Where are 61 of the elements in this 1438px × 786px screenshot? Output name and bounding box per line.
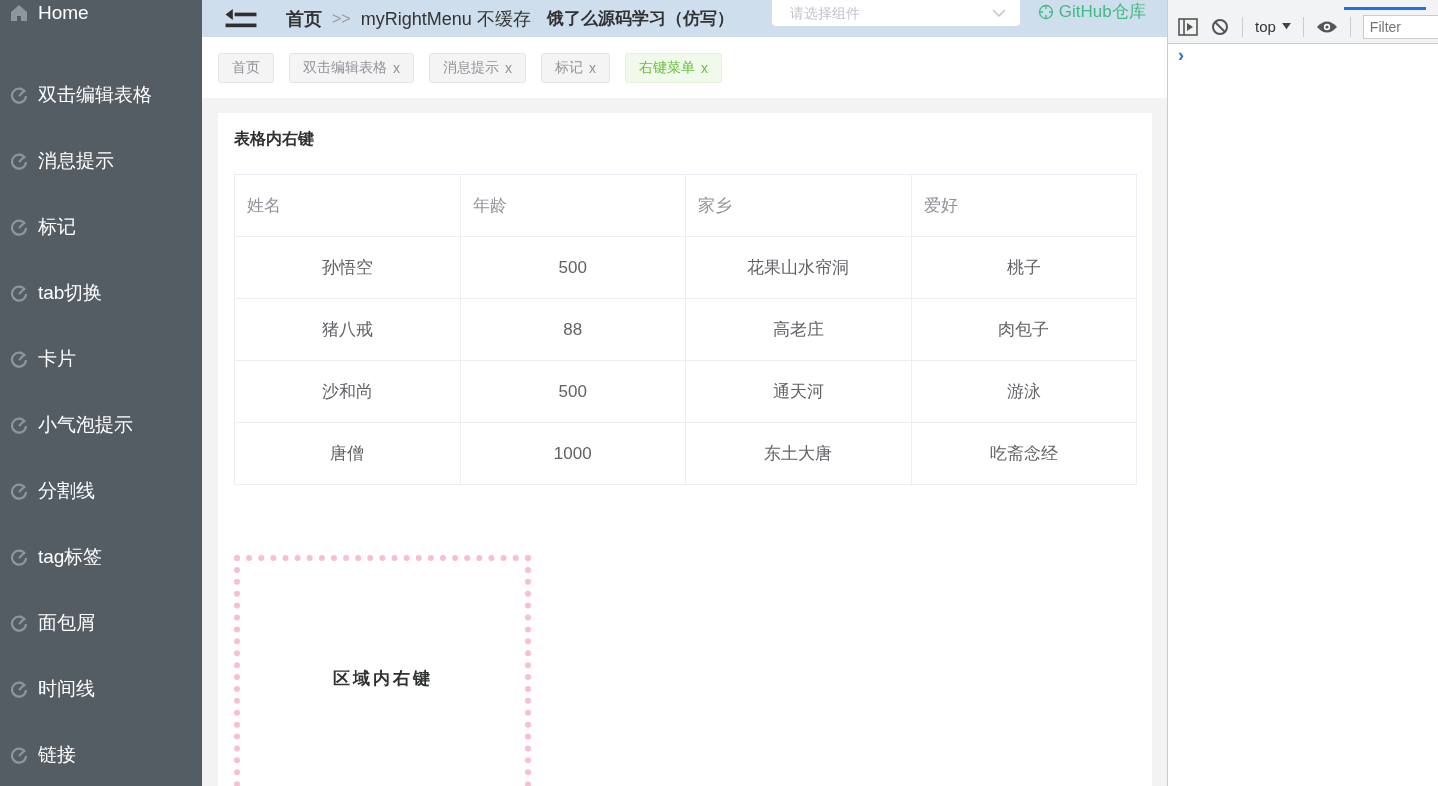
clear-icon[interactable] bbox=[1210, 17, 1230, 36]
gauge-icon bbox=[10, 152, 28, 170]
sidebar-item[interactable]: tag标签 bbox=[0, 524, 202, 590]
table-cell: 88 bbox=[460, 298, 686, 361]
home-icon bbox=[10, 4, 28, 22]
sidebar-item[interactable]: 时间线 bbox=[0, 656, 202, 722]
context-dropdown[interactable]: top bbox=[1255, 18, 1291, 35]
column-header: 家乡 bbox=[685, 174, 911, 237]
chevron-down-icon bbox=[991, 8, 1006, 17]
table-cell: 桃子 bbox=[911, 236, 1137, 299]
sidebar-item[interactable]: tab切换 bbox=[0, 260, 202, 326]
table-cell: 肉包子 bbox=[911, 298, 1137, 361]
column-header: 姓名 bbox=[234, 174, 460, 237]
sidebar-item[interactable]: 消息提示 bbox=[0, 128, 202, 194]
breadcrumb-separator: >> bbox=[332, 9, 351, 28]
table-cell: 1000 bbox=[460, 422, 686, 485]
table-cell: 高老庄 bbox=[685, 298, 911, 361]
table-cell: 东土大唐 bbox=[685, 422, 911, 485]
gauge-icon bbox=[10, 680, 28, 698]
console-prompt[interactable]: › bbox=[1168, 44, 1184, 66]
gauge-icon bbox=[10, 86, 28, 104]
sidebar-item[interactable]: 面包屑 bbox=[0, 590, 202, 656]
card-title: 表格内右键 bbox=[234, 129, 315, 149]
breadcrumb-item: myRightMenu 不缓存 bbox=[360, 7, 531, 31]
gauge-icon bbox=[10, 416, 28, 434]
gauge-icon bbox=[10, 350, 28, 368]
sidebar-item[interactable]: 小气泡提示 bbox=[0, 392, 202, 458]
sidebar-item[interactable]: 卡片 bbox=[0, 326, 202, 392]
table-cell: 通天河 bbox=[685, 360, 911, 423]
crosshair-icon bbox=[1037, 3, 1054, 20]
context-menu-area[interactable]: 区域内右键 bbox=[234, 555, 531, 786]
menu-fold-icon[interactable] bbox=[224, 8, 258, 29]
table-cell: 吃斋念经 bbox=[911, 422, 1137, 485]
filter-field[interactable]: Filter bbox=[1362, 14, 1438, 39]
gauge-icon bbox=[10, 482, 28, 500]
table-cell: 花果山水帘洞 bbox=[685, 236, 911, 299]
table-cell: 沙和尚 bbox=[234, 360, 460, 423]
dropdown-arrow-icon bbox=[1281, 23, 1291, 30]
table-cell: 游泳 bbox=[911, 360, 1137, 423]
sidebar-item[interactable]: Home bbox=[0, 0, 202, 26]
sidebar-item[interactable]: 分割线 bbox=[0, 458, 202, 524]
gauge-icon bbox=[10, 218, 28, 236]
table-cell: 猪八戒 bbox=[234, 298, 460, 361]
gauge-icon bbox=[10, 614, 28, 632]
breadcrumb-item[interactable]: 首页 bbox=[286, 6, 322, 31]
sidebar-item[interactable]: 标记 bbox=[0, 194, 202, 260]
page-title: 饿了么源码学习（仿写） bbox=[546, 8, 734, 30]
gauge-icon bbox=[10, 548, 28, 566]
table-cell: 500 bbox=[460, 236, 686, 299]
sidebar-toggle-icon[interactable] bbox=[1178, 17, 1198, 36]
component-select[interactable]: 请选择组件 bbox=[771, 0, 1020, 26]
table-cell: 500 bbox=[460, 360, 686, 423]
table-cell: 孙悟空 bbox=[234, 236, 460, 299]
sidebar-item[interactable]: 链接 bbox=[0, 722, 202, 786]
column-header: 年龄 bbox=[460, 174, 686, 237]
gauge-icon bbox=[10, 284, 28, 302]
table-cell: 唐僧 bbox=[234, 422, 460, 485]
column-header: 爱好 bbox=[911, 174, 1137, 237]
eye-icon[interactable] bbox=[1315, 19, 1338, 34]
sidebar-item[interactable]: 双击编辑表格 bbox=[0, 62, 202, 128]
gauge-icon bbox=[10, 746, 28, 764]
